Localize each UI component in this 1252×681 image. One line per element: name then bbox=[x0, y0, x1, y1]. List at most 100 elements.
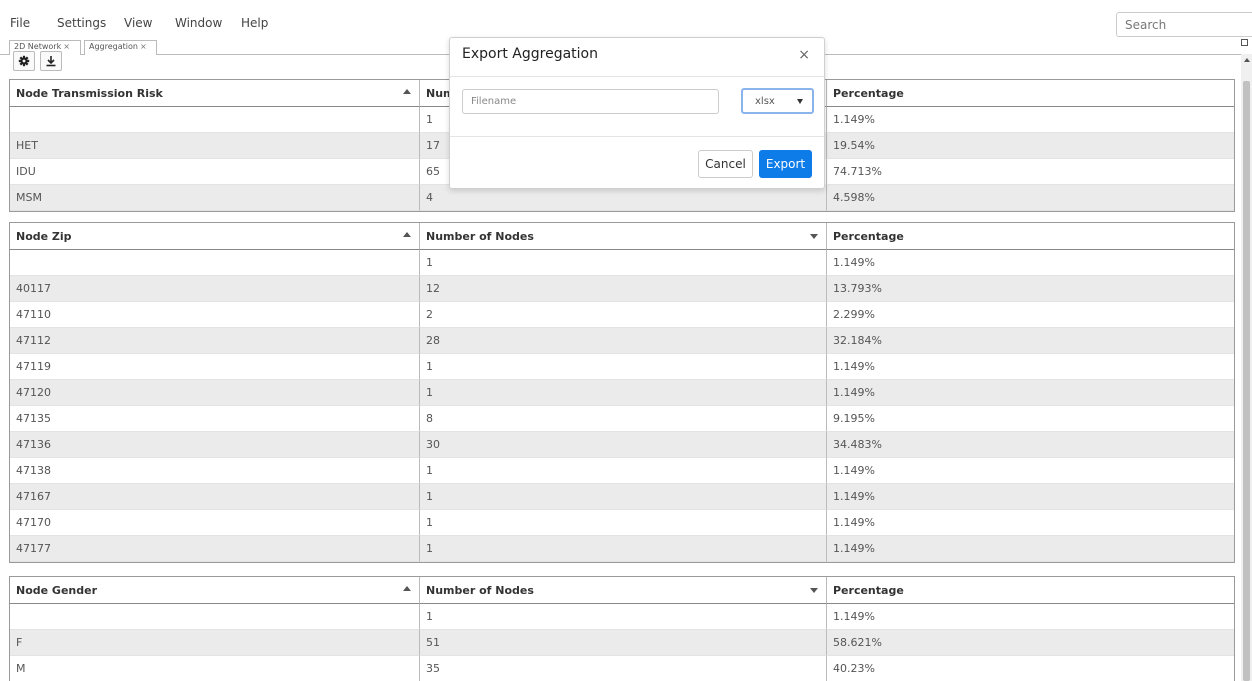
table-cell: 9.195% bbox=[827, 406, 1234, 432]
download-button[interactable] bbox=[40, 51, 62, 71]
table-cell bbox=[10, 107, 420, 133]
tab-label: 2D Network bbox=[14, 42, 62, 51]
tab-label: Aggregation bbox=[89, 42, 138, 51]
column-header-node-zip[interactable]: Node Zip bbox=[10, 223, 420, 250]
table-cell: 40117 bbox=[10, 276, 420, 302]
column-header-percentage[interactable]: Percentage bbox=[827, 80, 1234, 107]
table-cell: 8 bbox=[420, 406, 827, 432]
column-header-number-of-nodes[interactable]: Number of Nodes bbox=[420, 577, 827, 604]
table-cell: 58.621% bbox=[827, 630, 1234, 656]
table-cell: 34.483% bbox=[827, 432, 1234, 458]
table-row[interactable]: 1 1.149% bbox=[10, 250, 1234, 276]
header-label: Number of Nodes bbox=[426, 229, 534, 243]
aggregation-table-zip: Node Zip Number of Nodes Percentage 1 1.… bbox=[9, 222, 1235, 563]
column-header-percentage[interactable]: Percentage bbox=[827, 223, 1234, 250]
table-row[interactable]: 47119 1 1.149% bbox=[10, 354, 1234, 380]
gear-icon bbox=[18, 55, 30, 67]
header-label: Percentage bbox=[833, 86, 904, 100]
table-cell: 1.149% bbox=[827, 354, 1234, 380]
search-input[interactable] bbox=[1116, 12, 1252, 37]
scrollbar-thumb[interactable] bbox=[1243, 81, 1250, 681]
table-row[interactable]: 47138 1 1.149% bbox=[10, 458, 1234, 484]
header-label: Percentage bbox=[833, 583, 904, 597]
table-cell: 51 bbox=[420, 630, 827, 656]
table-cell: 4.598% bbox=[827, 185, 1234, 211]
table-cell: 1.149% bbox=[827, 536, 1234, 562]
table-cell: 47136 bbox=[10, 432, 420, 458]
export-aggregation-dialog: Export Aggregation × xlsx Cancel Export bbox=[449, 37, 825, 189]
table-cell: 28 bbox=[420, 328, 827, 354]
menu-settings[interactable]: Settings bbox=[57, 16, 106, 30]
table-row[interactable]: 47177 1 1.149% bbox=[10, 536, 1234, 562]
table-row[interactable]: 47136 30 34.483% bbox=[10, 432, 1234, 458]
table-header-row: Node Gender Number of Nodes Percentage bbox=[10, 577, 1234, 604]
vertical-scrollbar[interactable] bbox=[1241, 54, 1252, 681]
divider bbox=[450, 136, 824, 137]
table-row[interactable]: 47120 1 1.149% bbox=[10, 380, 1234, 406]
table-cell: 19.54% bbox=[827, 133, 1234, 159]
close-icon[interactable]: × bbox=[798, 47, 810, 63]
table-row[interactable]: M 35 40.23% bbox=[10, 656, 1234, 681]
sort-ascending-icon[interactable] bbox=[403, 232, 411, 237]
menu-help[interactable]: Help bbox=[241, 16, 268, 30]
sort-ascending-icon[interactable] bbox=[403, 586, 411, 591]
cancel-button[interactable]: Cancel bbox=[698, 150, 753, 178]
table-cell: 1 bbox=[420, 604, 827, 630]
column-header-number-of-nodes[interactable]: Number of Nodes bbox=[420, 223, 827, 250]
table-cell: 1 bbox=[420, 380, 827, 406]
table-cell bbox=[10, 250, 420, 276]
menu-file[interactable]: File bbox=[10, 16, 30, 30]
sort-descending-icon[interactable] bbox=[810, 234, 818, 239]
column-header-node-transmission-risk[interactable]: Node Transmission Risk bbox=[10, 80, 420, 107]
tab-aggregation[interactable]: Aggregation × bbox=[84, 40, 157, 55]
table-cell: MSM bbox=[10, 185, 420, 211]
table-row[interactable]: 47167 1 1.149% bbox=[10, 484, 1234, 510]
table-cell: 1.149% bbox=[827, 484, 1234, 510]
table-cell: 47110 bbox=[10, 302, 420, 328]
dialog-title: Export Aggregation bbox=[462, 46, 598, 62]
sort-descending-icon[interactable] bbox=[810, 588, 818, 593]
table-cell: IDU bbox=[10, 159, 420, 185]
table-row[interactable]: 1 1.149% bbox=[10, 604, 1234, 630]
scroll-up-icon[interactable] bbox=[1244, 58, 1250, 62]
export-button[interactable]: Export bbox=[759, 150, 812, 178]
table-cell: 40.23% bbox=[827, 656, 1234, 681]
table-row[interactable]: 40117 12 13.793% bbox=[10, 276, 1234, 302]
column-header-percentage[interactable]: Percentage bbox=[827, 577, 1234, 604]
menu-window[interactable]: Window bbox=[175, 16, 222, 30]
filename-input[interactable] bbox=[462, 89, 719, 114]
restore-window-icon[interactable] bbox=[1241, 39, 1248, 49]
table-cell: 32.184% bbox=[827, 328, 1234, 354]
sort-ascending-icon[interactable] bbox=[403, 89, 411, 94]
table-cell: 47119 bbox=[10, 354, 420, 380]
menu-view[interactable]: View bbox=[124, 16, 152, 30]
table-cell: 47170 bbox=[10, 510, 420, 536]
table-cell: 47120 bbox=[10, 380, 420, 406]
header-label: Node Transmission Risk bbox=[16, 86, 163, 100]
close-icon[interactable]: × bbox=[140, 42, 147, 51]
table-row[interactable]: 47135 8 9.195% bbox=[10, 406, 1234, 432]
header-label: Node Gender bbox=[16, 583, 98, 597]
table-cell: F bbox=[10, 630, 420, 656]
table-row[interactable]: F 51 58.621% bbox=[10, 630, 1234, 656]
table-cell: 2 bbox=[420, 302, 827, 328]
header-label: Number of Nodes bbox=[426, 583, 534, 597]
column-header-node-gender[interactable]: Node Gender bbox=[10, 577, 420, 604]
table-cell: 35 bbox=[420, 656, 827, 681]
table-row[interactable]: 47110 2 2.299% bbox=[10, 302, 1234, 328]
table-cell: 1.149% bbox=[827, 604, 1234, 630]
table-row[interactable]: 47112 28 32.184% bbox=[10, 328, 1234, 354]
close-icon[interactable]: × bbox=[63, 42, 70, 51]
table-cell: 47135 bbox=[10, 406, 420, 432]
table-cell: 1.149% bbox=[827, 458, 1234, 484]
format-select[interactable]: xlsx bbox=[741, 88, 814, 114]
header-label: Percentage bbox=[833, 229, 904, 243]
table-cell: 2.299% bbox=[827, 302, 1234, 328]
table-cell: HET bbox=[10, 133, 420, 159]
aggregation-table-gender: Node Gender Number of Nodes Percentage 1… bbox=[9, 576, 1235, 681]
settings-button[interactable] bbox=[13, 51, 35, 71]
table-cell: 47138 bbox=[10, 458, 420, 484]
download-icon bbox=[46, 56, 56, 67]
table-row[interactable]: 47170 1 1.149% bbox=[10, 510, 1234, 536]
table-cell: 30 bbox=[420, 432, 827, 458]
